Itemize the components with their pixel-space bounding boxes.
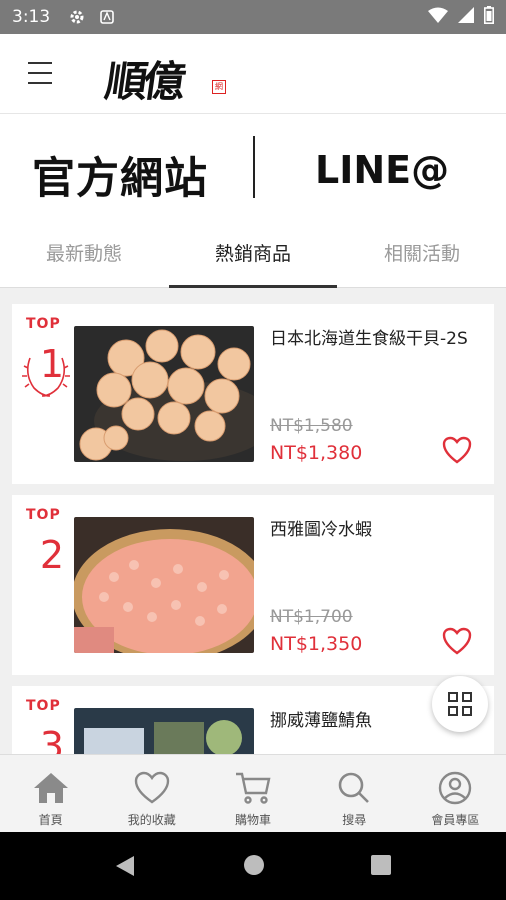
rank-number: 2 — [39, 533, 65, 577]
cart-icon — [236, 772, 271, 804]
settings-icon — [68, 8, 86, 26]
top-label: TOP — [26, 316, 61, 332]
recents-icon[interactable] — [370, 854, 392, 876]
tab-bestsellers[interactable]: 熱銷商品 — [169, 224, 337, 288]
nav-label: 搜尋 — [342, 813, 367, 827]
nav-cart[interactable]: 購物車 — [202, 755, 303, 832]
product-image[interactable] — [74, 708, 254, 754]
user-icon — [439, 771, 472, 805]
grid-view-button[interactable] — [432, 676, 488, 732]
favorite-heart-icon[interactable] — [442, 627, 472, 655]
nav-member[interactable]: 會員專區 — [405, 755, 506, 832]
top-label: TOP — [26, 698, 61, 714]
product-card[interactable]: TOP 2 西雅圖冷水蝦 NT$1,700 NT$1,350 — [12, 495, 494, 675]
heart-icon — [134, 771, 169, 804]
nav-search[interactable]: 搜尋 — [304, 755, 405, 832]
search-icon — [338, 772, 370, 803]
rank-number: 3 — [39, 724, 65, 754]
original-price: NT$1,700 — [270, 607, 353, 627]
battery-icon — [484, 5, 494, 29]
home-circle-icon[interactable] — [243, 854, 265, 876]
official-site-link[interactable]: 官方網站 — [32, 144, 208, 206]
tab-bar: 最新動態 熱銷商品 相關活動 — [0, 224, 506, 288]
nav-label: 購物車 — [235, 813, 272, 827]
product-card[interactable]: TOP 3 挪威薄鹽鯖魚 — [12, 686, 494, 754]
back-icon[interactable] — [114, 854, 136, 878]
sale-price: NT$1,380 — [270, 442, 363, 464]
nav-home[interactable]: 首頁 — [0, 755, 101, 832]
home-icon — [33, 773, 68, 803]
line-link[interactable]: LINE@ — [315, 148, 449, 192]
status-bar: 3:13 — [0, 0, 506, 34]
product-card[interactable]: TOP 1 日本北海道生食級干貝-2S NT$1,580 NT$1,380 — [12, 304, 494, 484]
notification-icon — [98, 8, 116, 26]
product-name[interactable]: 日本北海道生食級干貝-2S — [270, 324, 468, 349]
system-nav-bar — [0, 832, 506, 900]
tab-events[interactable]: 相關活動 — [338, 224, 506, 288]
favorite-heart-icon[interactable] — [442, 436, 472, 464]
product-list: TOP 1 日本北海道生食級干貝-2S NT$1,580 NT$1,380 TO… — [0, 288, 506, 754]
top-label: TOP — [26, 507, 61, 523]
nav-label: 首頁 — [38, 813, 63, 827]
sale-price: NT$1,350 — [270, 633, 363, 655]
menu-icon[interactable] — [28, 62, 52, 84]
wifi-icon — [428, 7, 448, 28]
app-header: 順億 網 — [0, 34, 506, 114]
product-image[interactable] — [74, 517, 254, 653]
hero-divider — [253, 136, 255, 198]
nav-favorites[interactable]: 我的收藏 — [101, 755, 202, 832]
brand-logo: 順億 — [102, 57, 186, 106]
status-time: 3:13 — [12, 7, 51, 27]
grid-icon — [448, 692, 472, 716]
tab-news[interactable]: 最新動態 — [0, 224, 168, 288]
bottom-nav: 首頁 我的收藏 購物車 搜尋 會員專區 — [0, 754, 506, 832]
hero-links: 官方網站 LINE@ — [0, 114, 506, 224]
nav-label: 我的收藏 — [127, 813, 176, 827]
rank-number: 1 — [39, 342, 65, 386]
product-name[interactable]: 挪威薄鹽鯖魚 — [270, 706, 372, 731]
product-image[interactable] — [74, 326, 254, 462]
original-price: NT$1,580 — [270, 416, 353, 436]
brand-seal: 網 — [212, 80, 226, 94]
signal-icon — [458, 6, 474, 28]
product-name[interactable]: 西雅圖冷水蝦 — [270, 515, 372, 540]
nav-label: 會員專區 — [431, 813, 480, 827]
